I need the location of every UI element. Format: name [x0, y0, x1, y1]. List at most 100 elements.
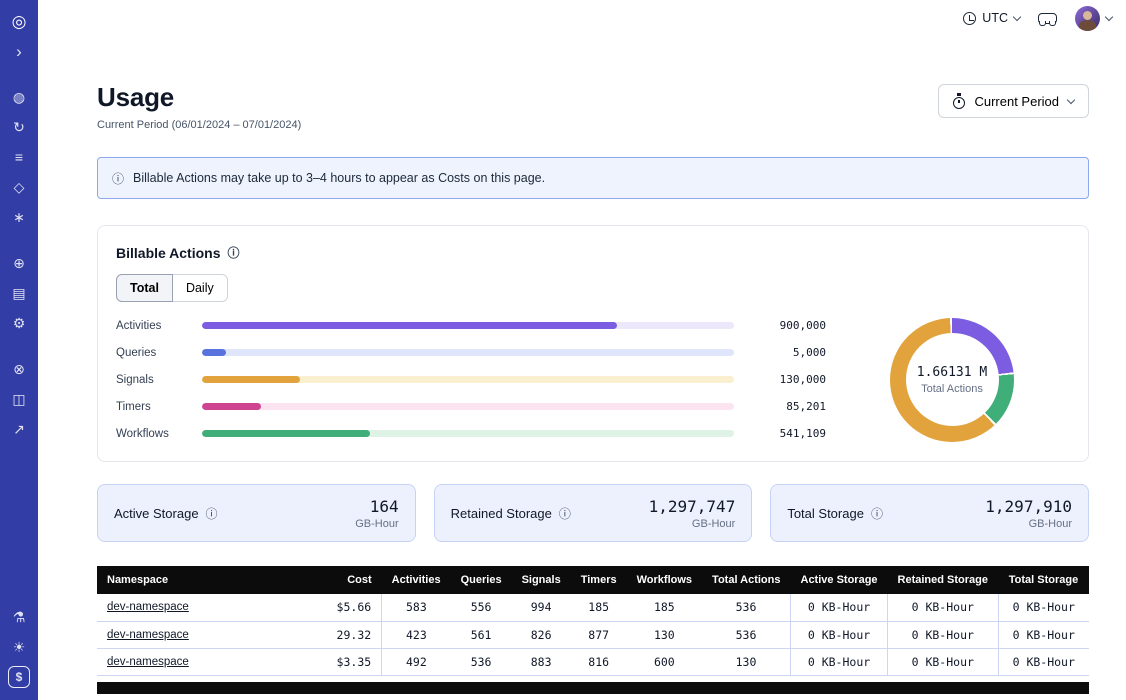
bar-row-timers: Timers 85,201 — [116, 397, 826, 416]
avatar — [1075, 6, 1100, 31]
stat-value-block: 164 GB-Hour — [355, 497, 398, 530]
cell-timers: 816 — [571, 648, 627, 675]
timezone-label: UTC — [982, 11, 1008, 25]
info-icon[interactable]: ⓘ — [559, 505, 571, 522]
stat-label: Total Storage — [787, 506, 864, 521]
bar-value: 541,109 — [750, 427, 826, 440]
cell-cost: $3.35 — [317, 648, 382, 675]
billing-card-icon[interactable]: ▤ — [8, 282, 30, 304]
billable-actions-chart: Activities 900,000 Queries 5,000 Signals… — [116, 316, 1070, 443]
stack-icon[interactable]: ≡ — [8, 146, 30, 168]
stat-value: 1,297,747 — [649, 497, 736, 516]
cell-signals: 994 — [512, 594, 571, 621]
total-actions-label: Total Actions — [921, 383, 983, 395]
lab-flask-icon[interactable]: ⚗ — [8, 606, 30, 628]
billable-tabs: Total Daily — [116, 274, 228, 302]
bar-fill — [202, 349, 226, 356]
stat-value-block: 1,297,910 GB-Hour — [985, 497, 1072, 530]
bar-row-workflows: Workflows 541,109 — [116, 424, 826, 443]
col-retained-storage: Retained Storage — [888, 566, 998, 594]
info-icon[interactable]: ⓘ — [228, 244, 240, 261]
bar-fill — [202, 322, 617, 329]
table-row: dev-namespace 29.32 423 561 826 877 130 … — [97, 621, 1089, 648]
bar-value: 5,000 — [750, 346, 826, 359]
info-banner-text: Billable Actions may take up to 3–4 hour… — [133, 171, 545, 185]
asterisk-icon[interactable]: ∗ — [8, 206, 30, 228]
cell-activities: 583 — [382, 594, 451, 621]
col-cost: Cost — [317, 566, 382, 594]
history-icon[interactable]: ↻ — [8, 116, 30, 138]
bar-value: 130,000 — [750, 373, 826, 386]
globe-icon[interactable]: ⊕ — [8, 252, 30, 274]
support-icon[interactable]: ⊗ — [8, 358, 30, 380]
docs-book-icon[interactable]: ◫ — [8, 388, 30, 410]
sun-icon[interactable]: ☀ — [8, 636, 30, 658]
storage-stats-row: Active Storage ⓘ 164 GB-Hour Retained St… — [97, 484, 1089, 542]
cell-retained-storage: 0 KB-Hour — [888, 621, 998, 648]
stat-label-row: Active Storage ⓘ — [114, 505, 218, 522]
retained-storage-card: Retained Storage ⓘ 1,297,747 GB-Hour — [434, 484, 753, 542]
col-queries: Queries — [451, 566, 512, 594]
cell-retained-storage: 0 KB-Hour — [888, 648, 998, 675]
usage-dollar-icon[interactable]: $ — [8, 666, 30, 688]
period-selector-button[interactable]: Current Period — [938, 84, 1089, 118]
table-row: dev-namespace $3.35 492 536 883 816 600 … — [97, 648, 1089, 675]
bar-track — [202, 430, 734, 437]
namespace-usage-table: Namespace Cost Activities Queries Signal… — [97, 566, 1089, 676]
user-menu[interactable] — [1075, 6, 1112, 31]
table-footer-bar — [97, 682, 1089, 694]
cell-total-actions: 536 — [702, 621, 790, 648]
bar-label: Queries — [116, 347, 186, 359]
stat-unit: GB-Hour — [355, 518, 398, 530]
stat-unit: GB-Hour — [649, 518, 736, 530]
info-icon[interactable]: ⓘ — [871, 505, 883, 522]
launch-icon[interactable]: ↗ — [8, 418, 30, 440]
donut-column: 1.66131 M Total Actions — [834, 318, 1070, 442]
namespaces-icon[interactable]: ◍ — [8, 86, 30, 108]
billable-actions-title: Billable Actions — [116, 245, 221, 261]
col-activities: Activities — [382, 566, 451, 594]
active-storage-card: Active Storage ⓘ 164 GB-Hour — [97, 484, 416, 542]
table-header-row: Namespace Cost Activities Queries Signal… — [97, 566, 1089, 594]
info-icon[interactable]: ⓘ — [206, 505, 218, 522]
temporal-logo-icon[interactable]: ◎ — [8, 10, 30, 32]
namespace-link[interactable]: dev-namespace — [107, 656, 189, 668]
page-header: Usage Current Period (06/01/2024 – 07/01… — [97, 82, 1089, 131]
stat-label-row: Retained Storage ⓘ — [451, 505, 571, 522]
chevron-down-icon — [1105, 12, 1113, 20]
col-signals: Signals — [512, 566, 571, 594]
cell-activities: 492 — [382, 648, 451, 675]
col-total-storage: Total Storage — [998, 566, 1089, 594]
cell-total-actions: 536 — [702, 594, 790, 621]
settings-gear-icon[interactable]: ⚙ — [8, 312, 30, 334]
info-icon: ⓘ — [112, 170, 124, 187]
stopwatch-icon — [953, 97, 965, 109]
cube-icon[interactable]: ◇ — [8, 176, 30, 198]
cell-cost: $5.66 — [317, 594, 382, 621]
stat-value: 1,297,910 — [985, 497, 1072, 516]
cell-workflows: 600 — [627, 648, 702, 675]
col-total-actions: Total Actions — [702, 566, 790, 594]
sidebar-expand-icon[interactable]: › — [8, 40, 30, 62]
col-timers: Timers — [571, 566, 627, 594]
table-row: dev-namespace $5.66 583 556 994 185 185 … — [97, 594, 1089, 621]
support-goggles-icon[interactable] — [1038, 13, 1057, 24]
namespace-link[interactable]: dev-namespace — [107, 629, 189, 641]
bar-fill — [202, 403, 261, 410]
namespace-link[interactable]: dev-namespace — [107, 601, 189, 613]
chevron-down-icon — [1067, 95, 1075, 103]
timezone-selector[interactable]: UTC — [963, 11, 1020, 25]
page-title: Usage — [97, 82, 301, 113]
tab-daily[interactable]: Daily — [173, 274, 228, 302]
bar-row-activities: Activities 900,000 — [116, 316, 826, 335]
cell-workflows: 185 — [627, 594, 702, 621]
cell-timers: 185 — [571, 594, 627, 621]
cell-queries: 561 — [451, 621, 512, 648]
info-banner: ⓘ Billable Actions may take up to 3–4 ho… — [97, 157, 1089, 199]
bar-chart: Activities 900,000 Queries 5,000 Signals… — [116, 316, 834, 443]
cell-active-storage: 0 KB-Hour — [791, 648, 888, 675]
cell-signals: 883 — [512, 648, 571, 675]
bar-row-signals: Signals 130,000 — [116, 370, 826, 389]
tab-total[interactable]: Total — [116, 274, 173, 302]
bar-value: 900,000 — [750, 319, 826, 332]
